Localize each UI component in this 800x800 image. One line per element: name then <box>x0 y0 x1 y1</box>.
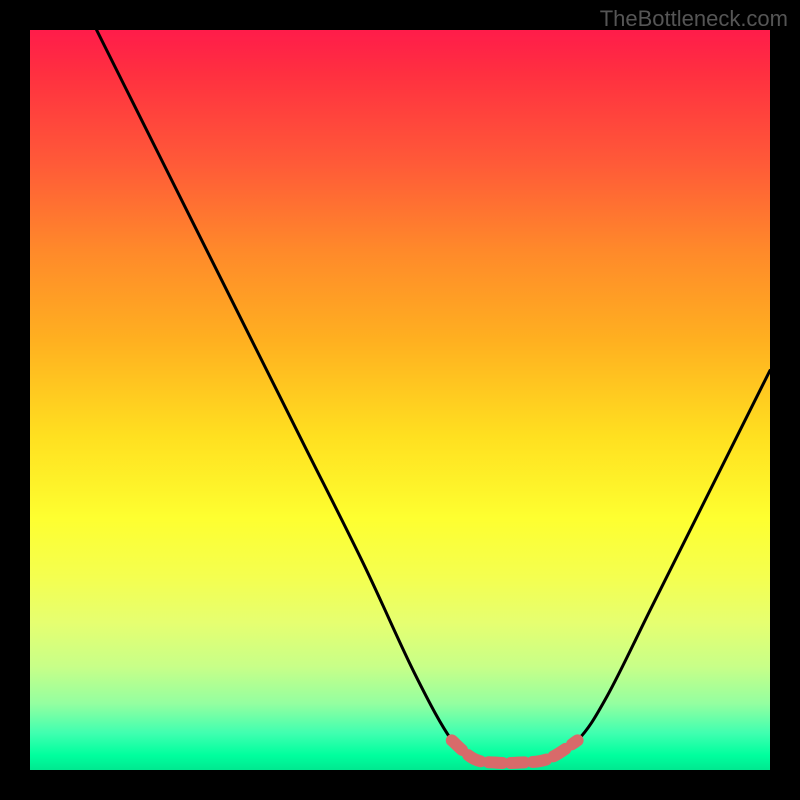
highlight-segment <box>452 740 578 763</box>
main-curve <box>97 30 770 763</box>
chart-svg <box>30 30 770 770</box>
watermark-text: TheBottleneck.com <box>600 6 788 32</box>
plot-container <box>30 30 770 770</box>
